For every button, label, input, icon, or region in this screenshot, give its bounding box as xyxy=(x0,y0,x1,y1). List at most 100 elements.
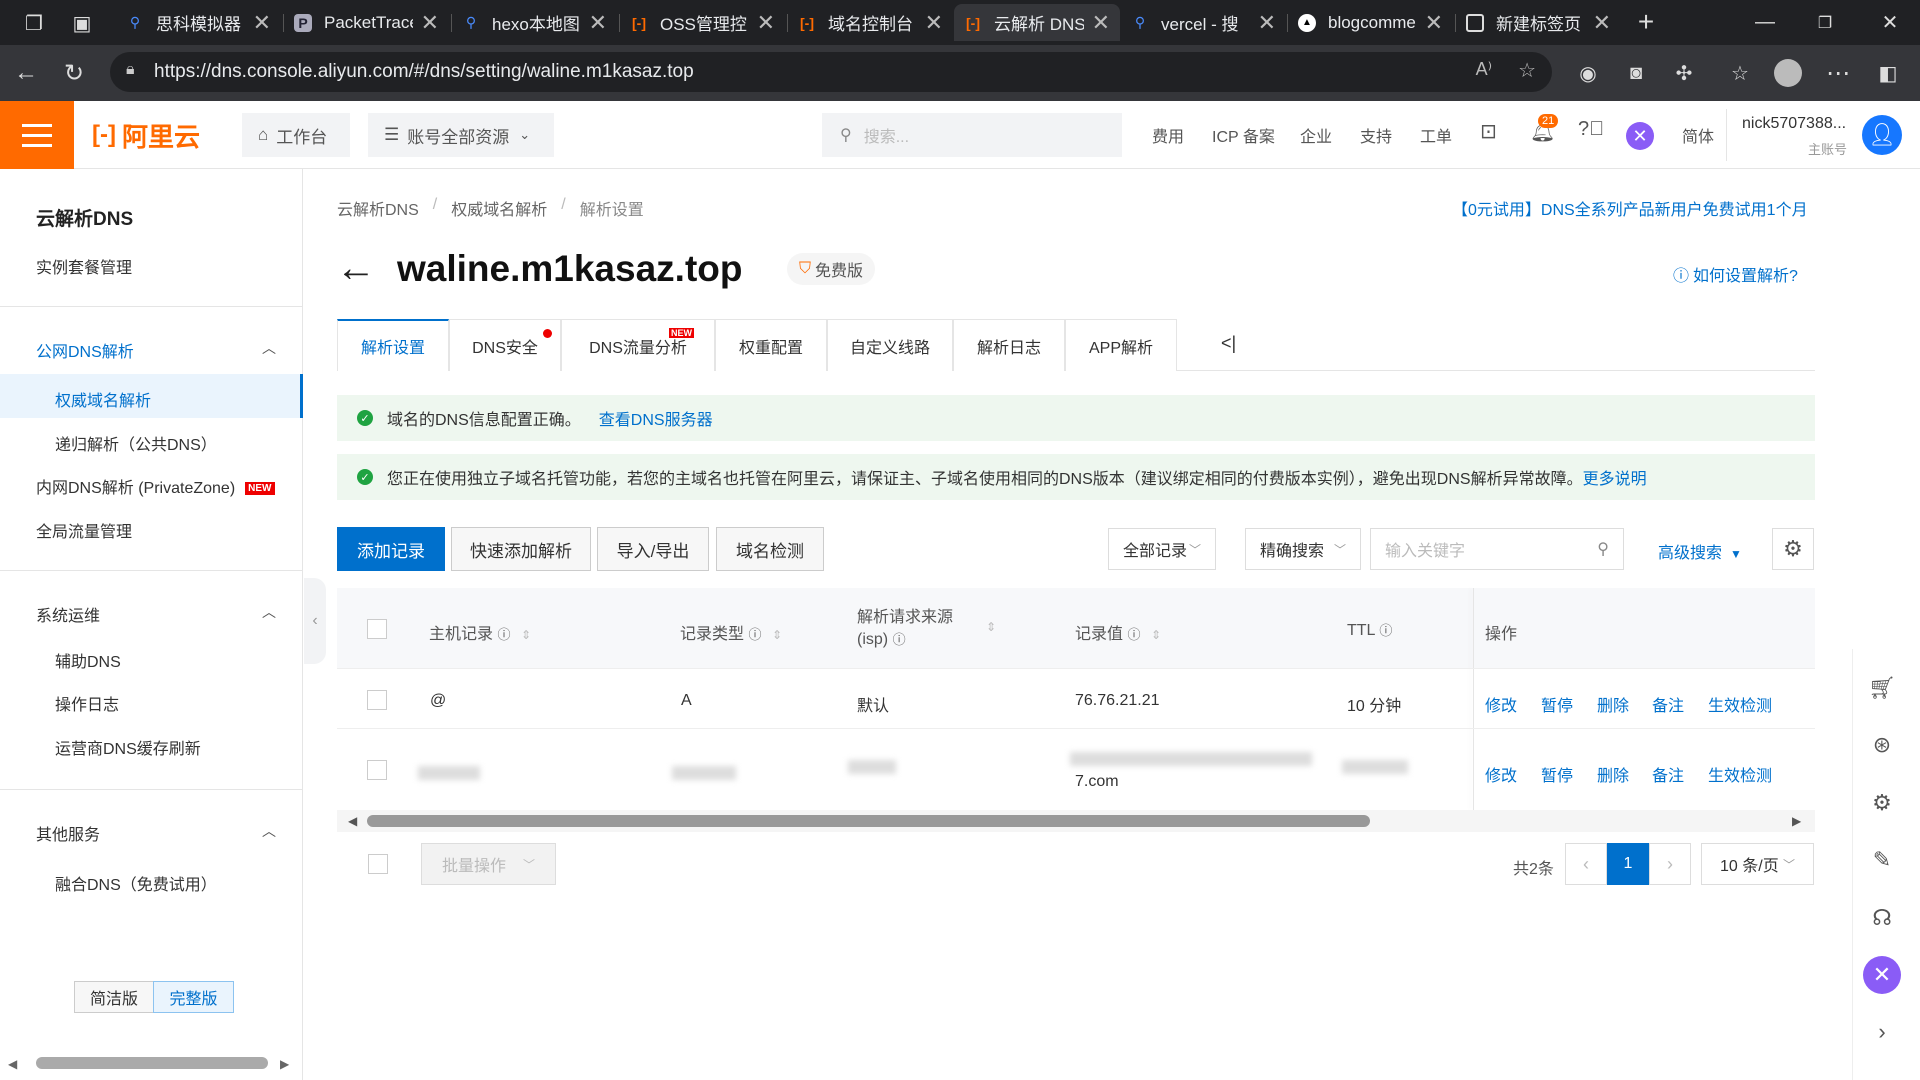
ai-tool-icon[interactable]: ⊛ xyxy=(1862,725,1902,765)
tab-weight[interactable]: 权重配置 xyxy=(715,319,827,371)
chevron-right-icon[interactable]: › xyxy=(1862,1012,1902,1052)
message-icon[interactable]: ⊡ xyxy=(1480,119,1497,144)
page-number-button[interactable]: 1 xyxy=(1607,843,1649,885)
language-switch[interactable]: 简体 xyxy=(1682,123,1714,147)
browser-tab[interactable]: ⚲ hexo本地图 ✕ xyxy=(452,4,617,41)
breadcrumb-item[interactable]: 云解析DNS xyxy=(337,196,419,220)
breadcrumb-item[interactable]: 权威域名解析 xyxy=(451,196,547,220)
page-size-select[interactable]: 10 条/页 ﹀ xyxy=(1701,843,1814,885)
browser-tab[interactable]: P PacketTrace ✕ xyxy=(284,4,449,41)
scroll-right-icon[interactable]: ▶ xyxy=(280,1057,289,1071)
edit-link[interactable]: 修改 xyxy=(1485,692,1517,716)
resources-dropdown[interactable]: ☰ 账号全部资源 ⌄ xyxy=(368,113,554,157)
quick-add-button[interactable]: 快速添加解析 xyxy=(451,527,591,571)
close-window-icon[interactable]: ✕ xyxy=(1860,0,1920,45)
browser-tab-active[interactable]: [-] 云解析 DNS ✕ xyxy=(954,4,1120,41)
tab-actions-icon[interactable]: ▣ xyxy=(66,7,98,39)
keyword-input[interactable]: 输入关键字 ⚲ xyxy=(1370,528,1624,570)
sidebar-item-recursive[interactable]: 递归解析（公共DNS） xyxy=(55,431,217,455)
column-header-value[interactable]: 记录值 ⓘ ⇕ xyxy=(1075,620,1161,644)
sidebar-item-privatezone[interactable]: 内网DNS解析 (PrivateZone) NEW xyxy=(36,474,296,498)
close-tab-icon[interactable]: ✕ xyxy=(1425,10,1443,36)
user-name[interactable]: nick5707388... xyxy=(1742,115,1846,133)
reload-icon[interactable]: ↻ xyxy=(58,57,90,89)
extension-mask-icon[interactable]: ◙ xyxy=(1620,57,1652,89)
url-field[interactable]: 🔒︎ https://dns.console.aliyun.com/#/dns/… xyxy=(110,52,1552,92)
search-mode-select[interactable]: 精确搜索 ﹀ xyxy=(1245,528,1361,570)
browser-tab[interactable]: ▲ blogcomme ✕ xyxy=(1288,4,1453,41)
global-search-input[interactable]: ⚲ 搜索... xyxy=(822,113,1122,157)
delete-link[interactable]: 删除 xyxy=(1597,692,1629,716)
batch-actions-select[interactable]: 批量操作 ﹀ xyxy=(421,843,556,885)
close-tab-icon[interactable]: ✕ xyxy=(421,10,439,36)
scroll-left-icon[interactable]: ◀ xyxy=(348,814,357,828)
sidebar-toggle-icon[interactable]: ◧ xyxy=(1872,57,1904,89)
cart-icon[interactable]: 🛒︎ xyxy=(1862,668,1902,708)
scroll-right-icon[interactable]: ▶ xyxy=(1792,814,1801,828)
browser-tab[interactable]: [-] OSS管理控 ✕ xyxy=(620,4,785,41)
header-link-billing[interactable]: 费用 xyxy=(1152,123,1184,147)
close-tab-icon[interactable]: ✕ xyxy=(1258,10,1276,36)
tab-dns-security[interactable]: DNS安全 xyxy=(449,319,561,371)
workspaces-icon[interactable]: ❐ xyxy=(18,7,50,39)
column-header-host[interactable]: 主机记录 ⓘ ⇕ xyxy=(429,620,531,644)
headset-icon[interactable]: ☊ xyxy=(1862,898,1902,938)
verify-link[interactable]: 生效检测 xyxy=(1708,692,1772,716)
footer-select-all-checkbox[interactable] xyxy=(368,854,388,874)
pause-link[interactable]: 暂停 xyxy=(1541,692,1573,716)
browser-tab[interactable]: ⚲ vercel - 搜 ✕ xyxy=(1121,4,1286,41)
row-checkbox[interactable] xyxy=(367,690,387,710)
more-info-link[interactable]: 更多说明 xyxy=(1583,465,1647,489)
sidebar-collapse-handle[interactable]: ‹ xyxy=(304,578,326,664)
note-link[interactable]: 备注 xyxy=(1652,692,1684,716)
sidebar-item-global-traffic[interactable]: 全局流量管理 xyxy=(36,518,132,542)
more-menu-icon[interactable]: ⋯ xyxy=(1822,57,1854,89)
tab-custom-line[interactable]: 自定义线路 xyxy=(827,319,953,371)
help-link[interactable]: ⓘ 如何设置解析? xyxy=(1673,262,1798,286)
close-tab-icon[interactable]: ✕ xyxy=(925,10,943,36)
close-tab-icon[interactable]: ✕ xyxy=(1092,10,1110,36)
close-tab-icon[interactable]: ✕ xyxy=(1593,10,1611,36)
add-record-button[interactable]: 添加记录 xyxy=(337,527,445,571)
new-tab-button[interactable]: + xyxy=(1630,6,1662,38)
sidebar-item-authoritative[interactable]: 权威域名解析 xyxy=(0,374,303,418)
advanced-search-link[interactable]: 高级搜索 ▼ xyxy=(1658,539,1742,563)
tab-app-dns[interactable]: APP解析 xyxy=(1065,319,1177,371)
restore-icon[interactable]: ❐ xyxy=(1795,0,1855,45)
mode-simple-button[interactable]: 简洁版 xyxy=(74,981,154,1013)
close-tab-icon[interactable]: ✕ xyxy=(589,10,607,36)
sidebar-item-cache-refresh[interactable]: 运营商DNS缓存刷新 xyxy=(55,735,201,759)
browser-tab[interactable]: [-] 域名控制台 ✕ xyxy=(788,4,953,41)
edit-link[interactable]: 修改 xyxy=(1485,762,1517,786)
verify-link[interactable]: 生效检测 xyxy=(1708,762,1772,786)
gear-icon[interactable]: ⚙ xyxy=(1862,783,1902,823)
extension-eyes-icon[interactable]: ◉ xyxy=(1572,57,1604,89)
sidebar-group-public-dns[interactable]: 公网DNS解析 ︿ xyxy=(36,338,276,362)
next-page-icon[interactable]: › xyxy=(1649,843,1691,885)
sidebar-item-fusion-dns[interactable]: 融合DNS（免费试用） xyxy=(55,871,217,895)
assistant-float-icon[interactable]: ✕ xyxy=(1862,955,1902,995)
profile-avatar-icon[interactable] xyxy=(1772,57,1804,89)
header-link-icp[interactable]: ICP 备案 xyxy=(1212,123,1275,147)
assistant-icon[interactable]: ✕ xyxy=(1626,122,1654,150)
table-scroll-thumb[interactable] xyxy=(367,815,1370,827)
menu-hamburger-icon[interactable] xyxy=(0,101,74,169)
user-avatar[interactable]: 👤︎ xyxy=(1862,115,1902,155)
sort-icon[interactable]: ⇕ xyxy=(772,628,782,642)
row-checkbox[interactable] xyxy=(367,760,387,780)
favorite-star-icon[interactable]: ☆ xyxy=(1518,58,1536,83)
sort-icon[interactable]: ⇕ xyxy=(1151,628,1161,642)
header-link-ticket[interactable]: 工单 xyxy=(1420,123,1452,147)
back-icon[interactable]: ← xyxy=(10,57,42,89)
sidebar-group-ops[interactable]: 系统运维 ︿ xyxy=(36,602,276,626)
settings-gear-icon[interactable]: ⚙ xyxy=(1772,528,1814,570)
back-arrow-icon[interactable]: ← xyxy=(336,246,376,291)
scroll-left-icon[interactable]: ◀ xyxy=(8,1057,17,1071)
minimize-icon[interactable]: — xyxy=(1735,0,1795,45)
mode-full-button[interactable]: 完整版 xyxy=(153,981,234,1013)
prev-page-icon[interactable]: ‹ xyxy=(1565,843,1607,885)
pause-link[interactable]: 暂停 xyxy=(1541,762,1573,786)
close-tab-icon[interactable]: ✕ xyxy=(253,10,271,36)
tab-dns-traffic[interactable]: DNS流量分析 NEW xyxy=(561,319,715,371)
search-icon[interactable]: ⚲ xyxy=(1597,539,1609,559)
